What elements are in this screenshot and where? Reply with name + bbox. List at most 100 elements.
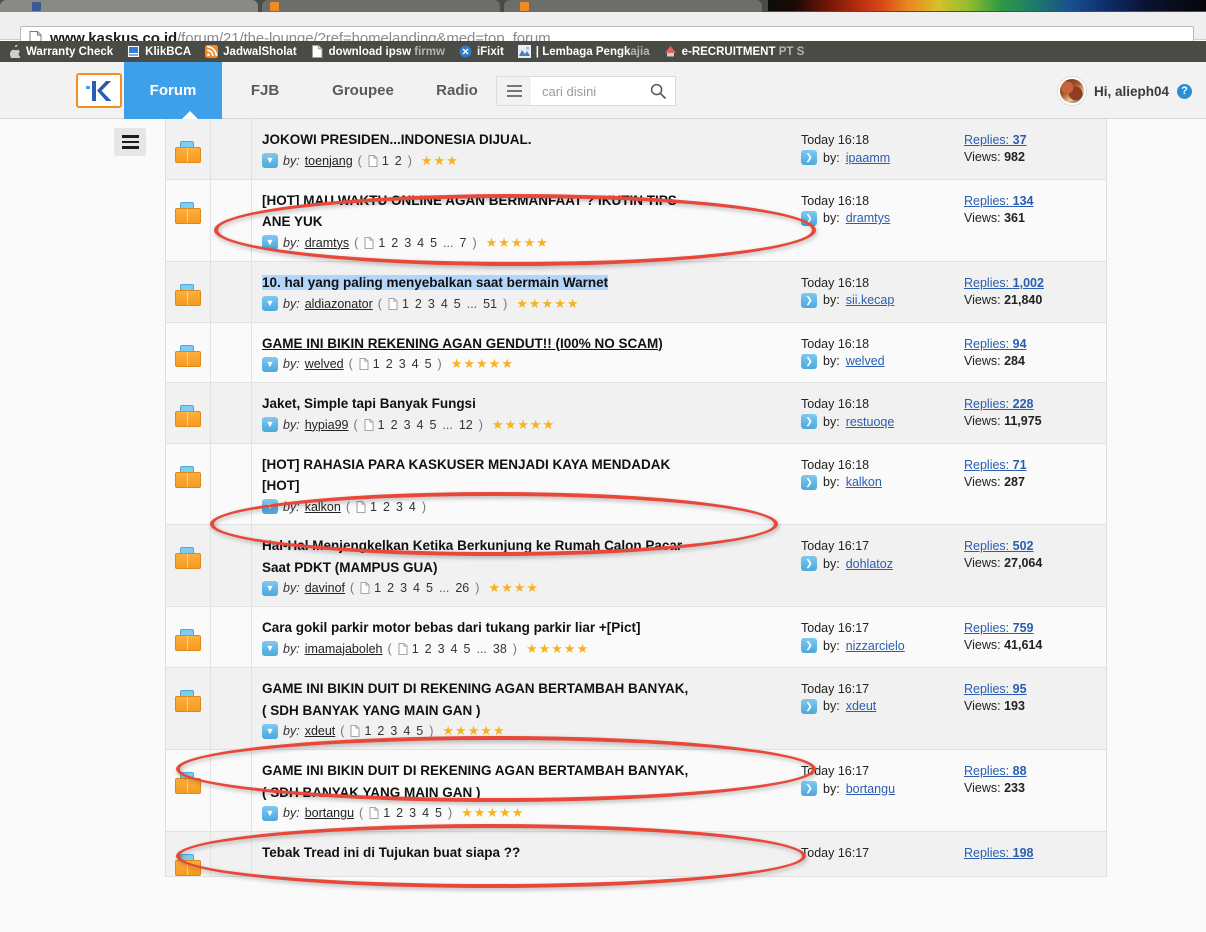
replies-link[interactable]: Replies: 502 bbox=[964, 539, 1034, 553]
thread-row[interactable]: Cara gokil parkir motor bebas dari tukan… bbox=[166, 607, 1106, 668]
thread-tools-caret-icon[interactable]: ▼ bbox=[262, 580, 278, 596]
last-poster-link[interactable]: ipaamm bbox=[846, 151, 890, 165]
thread-title[interactable]: Cara gokil parkir motor bebas dari tukan… bbox=[262, 619, 777, 638]
page-number[interactable]: 3 bbox=[428, 297, 435, 311]
last-poster-link[interactable]: restuoqe bbox=[846, 415, 895, 429]
last-poster-link[interactable]: xdeut bbox=[846, 699, 877, 713]
thread-author-link[interactable]: welved bbox=[305, 357, 344, 371]
thread-row[interactable]: Hal-Hal Menjengkelkan Ketika Berkunjung … bbox=[166, 525, 1106, 608]
page-number[interactable]: 4 bbox=[409, 500, 416, 514]
page-number[interactable]: 2 bbox=[415, 297, 422, 311]
last-poster-link[interactable]: dohlatoz bbox=[846, 557, 893, 571]
thread-tools-caret-icon[interactable]: ▼ bbox=[262, 805, 278, 821]
page-number[interactable]: 4 bbox=[417, 418, 424, 432]
thread-title[interactable]: GAME INI BIKIN DUIT DI REKENING AGAN BER… bbox=[262, 680, 777, 699]
bookmark-klikbca[interactable]: KlikBCA bbox=[127, 41, 191, 62]
search-bar[interactable]: cari disini bbox=[496, 76, 676, 106]
page-number[interactable]: 5 bbox=[430, 236, 437, 250]
goto-last-post-icon[interactable]: ❯ bbox=[801, 210, 817, 226]
page-number[interactable]: 1 bbox=[378, 418, 385, 432]
page-number[interactable]: 3 bbox=[390, 724, 397, 738]
replies-link[interactable]: Replies: 88 bbox=[964, 764, 1027, 778]
thread-author-link[interactable]: toenjang bbox=[305, 154, 353, 168]
thread-title-line2[interactable]: ( SDH BANYAK YANG MAIN GAN ) bbox=[262, 702, 777, 721]
thread-flag-cell[interactable] bbox=[211, 443, 252, 524]
last-poster-link[interactable]: nizzarcielo bbox=[846, 639, 905, 653]
thread-row[interactable]: [HOT] RAHASIA PARA KASKUSER MENJADI KAYA… bbox=[166, 443, 1106, 525]
tab-radio[interactable]: Radio bbox=[418, 62, 496, 119]
thread-title[interactable]: [HOT] MAU WAKTU ONLINE AGAN BERMANFAAT ?… bbox=[262, 192, 777, 211]
page-number[interactable]: 5 bbox=[416, 724, 423, 738]
page-number-last[interactable]: 12 bbox=[459, 418, 473, 432]
thread-author-link[interactable]: xdeut bbox=[305, 724, 336, 738]
page-number-last[interactable]: 26 bbox=[455, 581, 469, 595]
tab-fjb[interactable]: FJB bbox=[222, 62, 308, 119]
thread-flag-cell[interactable] bbox=[211, 525, 252, 607]
search-icon[interactable] bbox=[650, 83, 666, 99]
thread-tools-caret-icon[interactable]: ▼ bbox=[262, 153, 278, 169]
replies-link[interactable]: Replies: 37 bbox=[964, 133, 1027, 147]
thread-flag-cell[interactable] bbox=[211, 383, 252, 443]
thread-flag-cell[interactable] bbox=[211, 750, 252, 832]
page-number[interactable]: 4 bbox=[417, 236, 424, 250]
page-number[interactable]: 2 bbox=[395, 154, 402, 168]
page-number-last[interactable]: 51 bbox=[483, 297, 497, 311]
browser-tab[interactable] bbox=[504, 0, 762, 12]
last-poster-link[interactable]: welved bbox=[846, 354, 885, 368]
page-number[interactable]: 1 bbox=[383, 806, 390, 820]
page-number[interactable]: 2 bbox=[386, 357, 393, 371]
last-poster-link[interactable]: kalkon bbox=[846, 475, 882, 489]
thread-title-text[interactable]: GAME INI BIKIN REKENING AGAN GENDUT!! (I… bbox=[262, 336, 663, 351]
thread-flag-cell[interactable] bbox=[211, 261, 252, 322]
thread-title-text[interactable]: 10. hal yang paling menyebalkan saat ber… bbox=[262, 274, 609, 290]
thread-row[interactable]: Jaket, Simple tapi Banyak Fungsi ▼ by: hypi… bbox=[166, 383, 1106, 444]
kaskus-logo[interactable] bbox=[76, 73, 122, 108]
thread-row[interactable]: GAME INI BIKIN DUIT DI REKENING AGAN BER… bbox=[166, 750, 1106, 833]
replies-link[interactable]: Replies: 71 bbox=[964, 458, 1027, 472]
goto-last-post-icon[interactable]: ❯ bbox=[801, 781, 817, 797]
bookmark-e-recruitment[interactable]: e-RECRUITMENT PT S bbox=[664, 41, 804, 62]
bookmark-download-ipsw[interactable]: download ipsw firmw bbox=[311, 41, 445, 62]
bookmark-lembaga-pengkajian[interactable]: | Lembaga Pengkajia bbox=[517, 41, 650, 62]
bookmarks-bar[interactable]: Warranty Check KlikBCA JadwalSholat down… bbox=[0, 41, 1206, 62]
thread-title[interactable]: GAME INI BIKIN DUIT DI REKENING AGAN BER… bbox=[262, 762, 777, 781]
thread-flag-cell[interactable] bbox=[211, 667, 252, 750]
last-poster-link[interactable]: sii.kecap bbox=[846, 293, 895, 307]
goto-last-post-icon[interactable]: ❯ bbox=[801, 150, 817, 165]
thread-row[interactable]: JOKOWI PRESIDEN...INDONESIA DIJUAL. ▼ by: t… bbox=[166, 119, 1106, 180]
page-number[interactable]: 5 bbox=[429, 418, 436, 432]
thread-title[interactable]: JOKOWI PRESIDEN...INDONESIA DIJUAL. bbox=[262, 131, 777, 150]
thread-title[interactable]: GAME INI BIKIN REKENING AGAN GENDUT!! (I… bbox=[262, 335, 777, 354]
replies-link[interactable]: Replies: 134 bbox=[964, 194, 1034, 208]
page-number[interactable]: 2 bbox=[383, 500, 390, 514]
page-number[interactable]: 1 bbox=[373, 357, 380, 371]
bookmark-warranty-check[interactable]: Warranty Check bbox=[8, 41, 113, 62]
page-number[interactable]: 5 bbox=[464, 642, 471, 656]
page-number[interactable]: 3 bbox=[404, 236, 411, 250]
page-number[interactable]: 1 bbox=[364, 724, 371, 738]
page-number[interactable]: 3 bbox=[404, 418, 411, 432]
page-number[interactable]: 1 bbox=[378, 236, 385, 250]
page-number[interactable]: 5 bbox=[435, 806, 442, 820]
page-number[interactable]: 2 bbox=[425, 642, 432, 656]
page-number[interactable]: 4 bbox=[403, 724, 410, 738]
goto-last-post-icon[interactable]: ❯ bbox=[801, 556, 817, 571]
page-number[interactable]: 2 bbox=[391, 236, 398, 250]
thread-author-link[interactable]: bortangu bbox=[305, 806, 354, 820]
thread-author-link[interactable]: hypia99 bbox=[305, 418, 349, 432]
page-number-last[interactable]: 7 bbox=[460, 236, 467, 250]
goto-last-post-icon[interactable]: ❯ bbox=[801, 414, 817, 430]
page-number[interactable]: 2 bbox=[396, 806, 403, 820]
thread-title[interactable]: 10. hal yang paling menyebalkan saat ber… bbox=[262, 274, 777, 293]
last-poster-link[interactable]: dramtys bbox=[846, 211, 890, 225]
page-number[interactable]: 5 bbox=[425, 357, 432, 371]
thread-author-link[interactable]: aldiazonator bbox=[305, 297, 373, 311]
bookmark-ifixit[interactable]: iFixit bbox=[459, 41, 504, 62]
thread-row[interactable]: 10. hal yang paling menyebalkan saat ber… bbox=[166, 261, 1106, 323]
page-number[interactable]: 1 bbox=[370, 500, 377, 514]
page-number[interactable]: 1 bbox=[374, 581, 381, 595]
thread-tools-caret-icon[interactable]: ▼ bbox=[262, 417, 278, 433]
page-number[interactable]: 3 bbox=[400, 581, 407, 595]
browser-tab[interactable] bbox=[262, 0, 500, 12]
thread-tools-caret-icon[interactable]: ▼ bbox=[262, 641, 278, 657]
